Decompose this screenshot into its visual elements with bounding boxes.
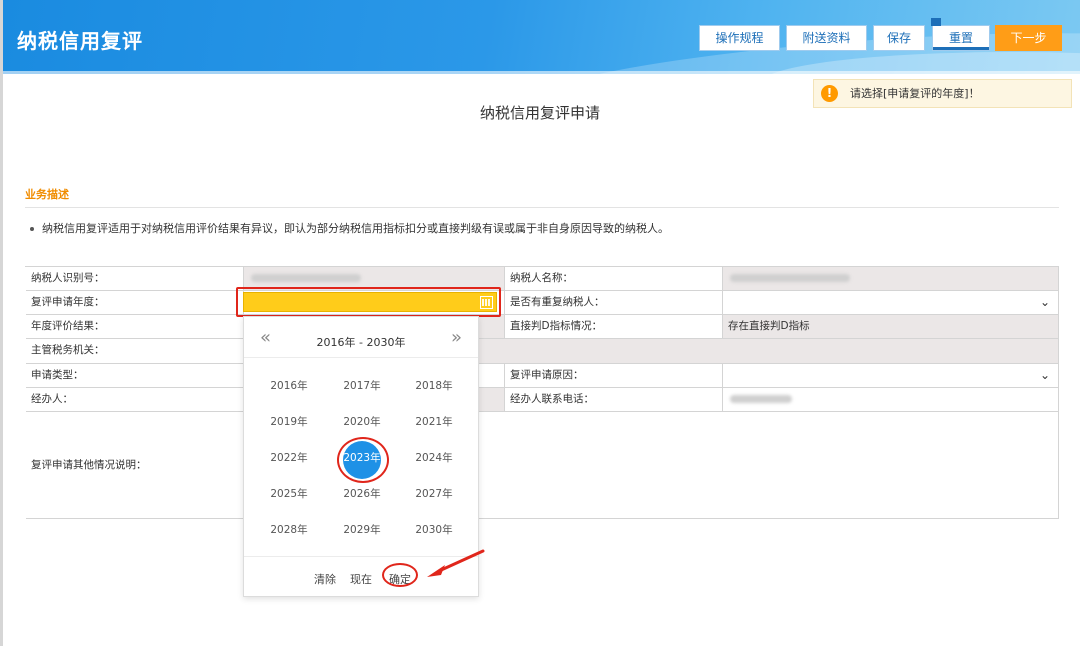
year-cell[interactable]: 2026年 xyxy=(334,483,390,505)
year-cell[interactable]: 2021年 xyxy=(406,411,462,433)
review-reason-label: 复评申请原因： xyxy=(505,364,723,388)
warning-icon: ! xyxy=(821,85,838,102)
year-cell[interactable]: 2027年 xyxy=(406,483,462,505)
annotation-highlight-box xyxy=(236,287,501,317)
reset-button[interactable]: 重置 xyxy=(931,18,990,51)
taxpayer-name-label: 纳税人名称： xyxy=(505,267,723,291)
year-cell[interactable]: 2019年 xyxy=(261,411,317,433)
section-label: 业务描述 xyxy=(25,188,69,201)
picker-header: « 2016年 - 2030年 » xyxy=(244,317,478,358)
save-button[interactable]: 保存 xyxy=(873,25,925,51)
annotation-circle xyxy=(382,563,418,587)
agent-phone-label: 经办人联系电话： xyxy=(505,388,723,412)
year-cell[interactable]: 2017年 xyxy=(334,375,390,397)
app-title: 纳税信用复评 xyxy=(17,29,143,53)
form-table: 纳税人识别号： 纳税人名称： 复评申请年度： 是否有重复纳税人： ⌄ 年度评价结… xyxy=(25,266,1059,519)
business-description-text: 纳税信用复评适用于对纳税信用评价结果有异议，即认为部分纳税信用指标扣分或直接判级… xyxy=(42,222,669,235)
redacted-value xyxy=(730,395,792,403)
agent-phone-input[interactable] xyxy=(723,388,1059,412)
chevron-down-icon: ⌄ xyxy=(1039,295,1050,309)
other-notes-label: 复评申请其他情况说明： xyxy=(26,412,244,519)
apply-type-label: 申请类型： xyxy=(26,364,244,388)
chevron-down-icon: ⌄ xyxy=(1039,368,1050,382)
redacted-value xyxy=(251,274,361,282)
year-cell-selected[interactable]: 2023年 xyxy=(334,447,390,469)
redacted-value xyxy=(730,274,850,282)
year-cell[interactable]: 2025年 xyxy=(261,483,317,505)
attachments-button[interactable]: 附送资料 xyxy=(786,25,867,51)
taxpayer-id-label: 纳税人识别号： xyxy=(26,267,244,291)
procedure-button[interactable]: 操作规程 xyxy=(699,25,780,51)
notice-text: 请选择[申请复评的年度]！ xyxy=(850,87,980,100)
header-stripe xyxy=(3,71,1080,74)
business-description: 纳税信用复评适用于对纳税信用评价结果有异议，即认为部分纳税信用指标扣分或直接判级… xyxy=(30,220,669,236)
now-button[interactable]: 现在 xyxy=(350,571,372,587)
agent-label: 经办人： xyxy=(26,388,244,412)
app-header: 纳税信用复评 操作规程 附送资料 保存 重置 下一步 xyxy=(3,0,1080,74)
duplicate-taxpayer-label: 是否有重复纳税人： xyxy=(505,291,723,315)
review-year-label: 复评申请年度： xyxy=(26,291,244,315)
next-step-button[interactable]: 下一步 xyxy=(995,25,1062,51)
year-cell[interactable]: 2030年 xyxy=(406,519,462,541)
direct-d-value: 存在直接判D指标 xyxy=(723,315,1059,339)
duplicate-taxpayer-select[interactable]: ⌄ xyxy=(723,291,1059,315)
clear-button[interactable]: 清除 xyxy=(314,571,336,587)
page-title: 纳税信用复评申请 xyxy=(479,104,600,122)
year-cell[interactable]: 2024年 xyxy=(406,447,462,469)
year-cell[interactable]: 2022年 xyxy=(261,447,317,469)
taxpayer-name-value xyxy=(723,267,1059,291)
review-reason-select[interactable]: ⌄ xyxy=(723,364,1059,388)
bullet-icon xyxy=(30,227,34,231)
year-cell[interactable]: 2020年 xyxy=(334,411,390,433)
year-cell[interactable]: 2028年 xyxy=(261,519,317,541)
left-edge xyxy=(0,0,3,646)
tax-authority-label: 主管税务机关： xyxy=(26,339,244,364)
reset-marker xyxy=(931,18,941,26)
direct-d-label: 直接判D指标情况： xyxy=(505,315,723,339)
annual-result-label: 年度评价结果： xyxy=(26,315,244,339)
picker-range: 2016年 - 2030年 xyxy=(316,336,406,349)
section-divider xyxy=(25,207,1059,208)
next-range-icon[interactable]: » xyxy=(451,327,462,348)
annotation-arrow-icon xyxy=(427,549,485,577)
year-cell[interactable]: 2029年 xyxy=(334,519,390,541)
year-cell[interactable]: 2018年 xyxy=(406,375,462,397)
reset-button-label: 重置 xyxy=(948,31,973,45)
year-cell[interactable]: 2016年 xyxy=(261,375,317,397)
